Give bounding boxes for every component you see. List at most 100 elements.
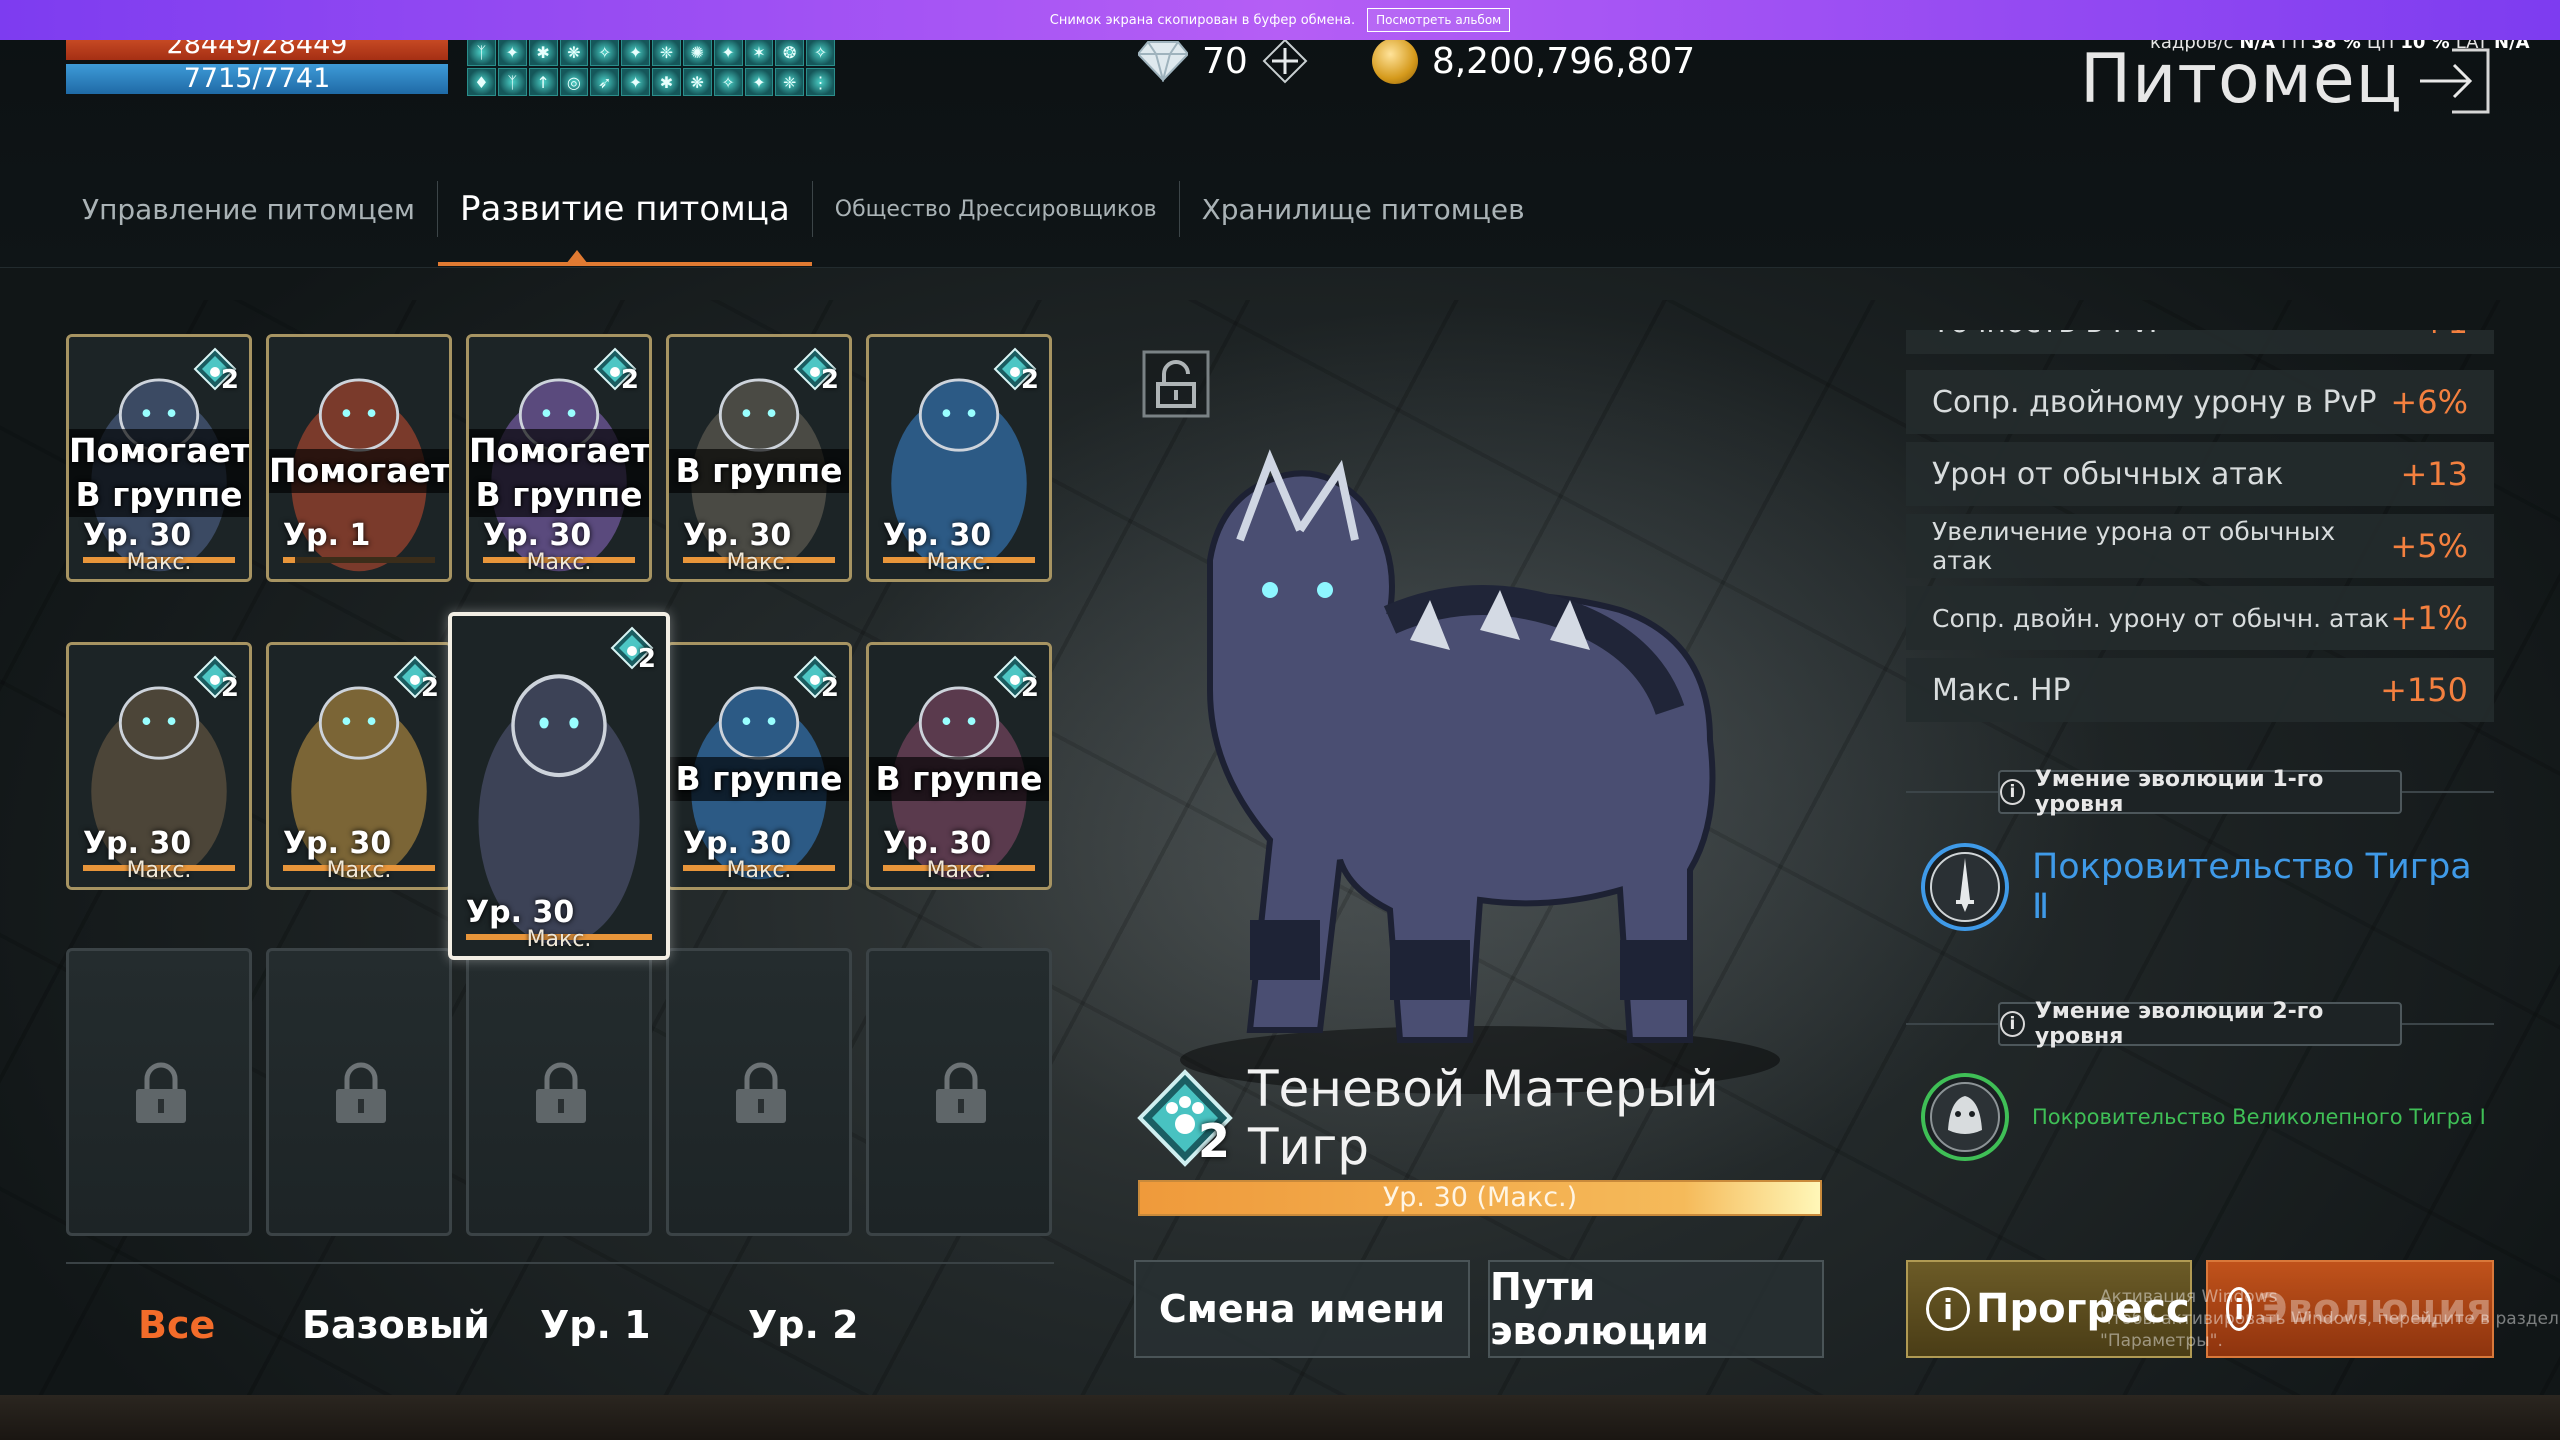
pet-card[interactable]: Помогает Ур. 1 [266,334,452,582]
lock-icon [936,1062,986,1123]
pet-card[interactable]: 2 В группе Ур. 30 Макс. [866,642,1052,890]
filter-level-1[interactable]: Ур. 1 [540,1290,651,1360]
evolution-skill-1[interactable]: Покровительство Тигра Ⅱ [1920,840,2500,934]
info-icon: i [2000,1011,2025,1037]
buff-icon[interactable]: ↑ [528,68,558,96]
pet-card[interactable]: 2 Ур. 30 Макс. [266,642,452,890]
tab-pet-storage[interactable]: Хранилище питомцев [1180,172,1547,246]
pet-level-bar: Ур. 30 (Макс.) [1138,1180,1822,1216]
evolution-level-2-header: i Умение эволюции 2-го уровня [1906,999,2494,1049]
buff-icon[interactable]: ❂ [775,38,805,66]
view-album-button[interactable]: Посмотреть альбом [1367,8,1511,32]
stat-value: +6% [2390,383,2468,421]
pet-grade-icon: 2 [1136,1068,1234,1168]
locked-slot[interactable] [66,948,252,1236]
filter-level-2[interactable]: Ур. 2 [748,1290,859,1360]
pet-level: Ур. 1 [283,518,371,553]
plus-icon[interactable] [1262,38,1308,84]
pet-level: Ур. 30 [83,826,192,861]
buff-icon[interactable]: ᛉ [497,68,527,96]
pet-status-line: Помогает [69,429,249,473]
stat-value: +150 [2380,671,2468,709]
tab-pet-management[interactable]: Управление питомцем [60,172,437,246]
pet-level: Ур. 30 [683,518,792,553]
locked-slot[interactable] [266,948,452,1236]
pet-model-tiger[interactable] [1150,440,1800,1100]
grade-number: 2 [1020,365,1039,395]
grade-number: 2 [820,673,839,703]
buff-icon[interactable]: ✧ [713,68,743,96]
buff-icon[interactable]: ✦ [621,68,650,96]
buff-icon[interactable]: ✱ [528,38,558,66]
buff-icon[interactable]: ✦ [621,38,650,66]
pet-card[interactable]: 2 В группе Ур. 30 Макс. [666,334,852,582]
evolution-level-1-header: i Умение эволюции 1-го уровня [1906,767,2494,817]
stat-row: Урон от обычных атак +13 [1906,442,2494,506]
buff-icon[interactable]: ❋ [682,68,712,96]
buff-icon[interactable]: ✧ [590,38,620,66]
evolution-header-pill[interactable]: i Умение эволюции 1-го уровня [1998,767,2402,817]
evolution-skill-2[interactable]: Покровительство Великолепного Тигра Ⅰ [1920,1070,2500,1164]
buff-icon[interactable]: ✧ [806,38,835,66]
stat-name: Урон от обычных атак [1932,456,2284,492]
lock-icon [736,1062,786,1123]
selected-pet-header: 2 Теневой Матерый Тигр [1136,1060,1836,1176]
stat-value: +13 [2400,455,2468,493]
tab-pet-development[interactable]: Развитие питомца [438,172,812,266]
page-title: Питомец [2080,40,2403,119]
pet-max-label: Макс. [326,858,392,883]
buff-icon[interactable]: ✦ [497,38,527,66]
pet-card[interactable]: 2 В группе Ур. 30 Макс. [666,642,852,890]
evolution-header-pill[interactable]: i Умение эволюции 2-го уровня [1998,999,2402,1049]
pet-card[interactable]: 2 Помогает В группе Ур. 30 Макс. [466,334,652,582]
currency-bar: 70 8,200,796,807 [1138,36,1695,86]
filter-all[interactable]: Все [138,1290,215,1360]
locked-slot[interactable] [866,948,1052,1236]
buff-icon[interactable]: ❈ [652,38,681,66]
pet-xp-bar [283,557,435,563]
pet-level: Ур. 30 [483,518,592,553]
buff-icon[interactable]: ✦ [713,38,743,66]
pet-card[interactable]: 2 Ур. 30 Макс. [66,642,252,890]
buff-icon[interactable]: ❈ [775,68,805,96]
buff-icon[interactable]: ✺ [682,38,712,66]
rename-button[interactable]: Смена имени [1134,1260,1470,1358]
pet-level: Ур. 30 [883,826,992,861]
stat-name: Увеличение урона от обычных атак [1932,517,2336,575]
buff-icon[interactable]: ✶ [744,38,774,66]
sword-skill-icon [1920,843,2009,931]
pet-status-line: В группе [669,757,849,801]
pet-card[interactable]: 2 Помогает В группе Ур. 30 Макс. [66,334,252,582]
grade-number: 2 [620,365,639,395]
buff-icon[interactable]: ❋ [559,38,589,66]
pet-card-selected[interactable]: 2 Ур. 30 Макс. [448,612,670,960]
stats-panel[interactable]: Точность в PvP +1 Сопр. двойному урону в… [1906,330,2494,722]
buff-icon[interactable]: ⋮ [806,68,835,96]
pet-status-line: Помогает [269,449,449,493]
stat-name: Точность в PvP [1932,330,2167,340]
buff-icon[interactable]: ✱ [652,68,681,96]
tab-trainers-society[interactable]: Общество Дрессировщиков [813,172,1179,246]
buff-icon[interactable]: ➶ [590,68,620,96]
buff-icon[interactable]: ◎ [559,68,589,96]
pet-max-label: Макс. [726,550,792,575]
skill-2-name: Покровительство Великолепного Тигра Ⅰ [2032,1105,2486,1129]
locked-slot[interactable] [466,948,652,1236]
exit-icon[interactable] [2416,44,2494,118]
mp-bar: 7715/7741 [66,64,448,94]
buff-icon[interactable]: ♦ [467,68,496,96]
watermark-subtitle: Чтобы активировать Windows, перейдите в … [2100,1309,2559,1351]
buff-icon[interactable]: ᛉ [467,38,496,66]
unlock-icon[interactable] [1142,350,1210,418]
pet-card[interactable]: 2 Ур. 30 Макс. [866,334,1052,582]
filter-basic[interactable]: Базовый [302,1290,490,1360]
stat-row: Увеличение урона от обычных атак +5% [1906,514,2494,578]
grade-number: 2 [1020,673,1039,703]
grade-number: 2 [220,365,239,395]
grade-number: 2 [220,673,239,703]
buff-icon[interactable]: ✦ [744,68,774,96]
screenshot-notification: Снимок экрана скопирован в буфер обмена.… [0,0,2560,40]
evolution-paths-button[interactable]: Пути эволюции [1488,1260,1824,1358]
locked-slot[interactable] [666,948,852,1236]
pet-grade-number: 2 [1197,1114,1230,1168]
